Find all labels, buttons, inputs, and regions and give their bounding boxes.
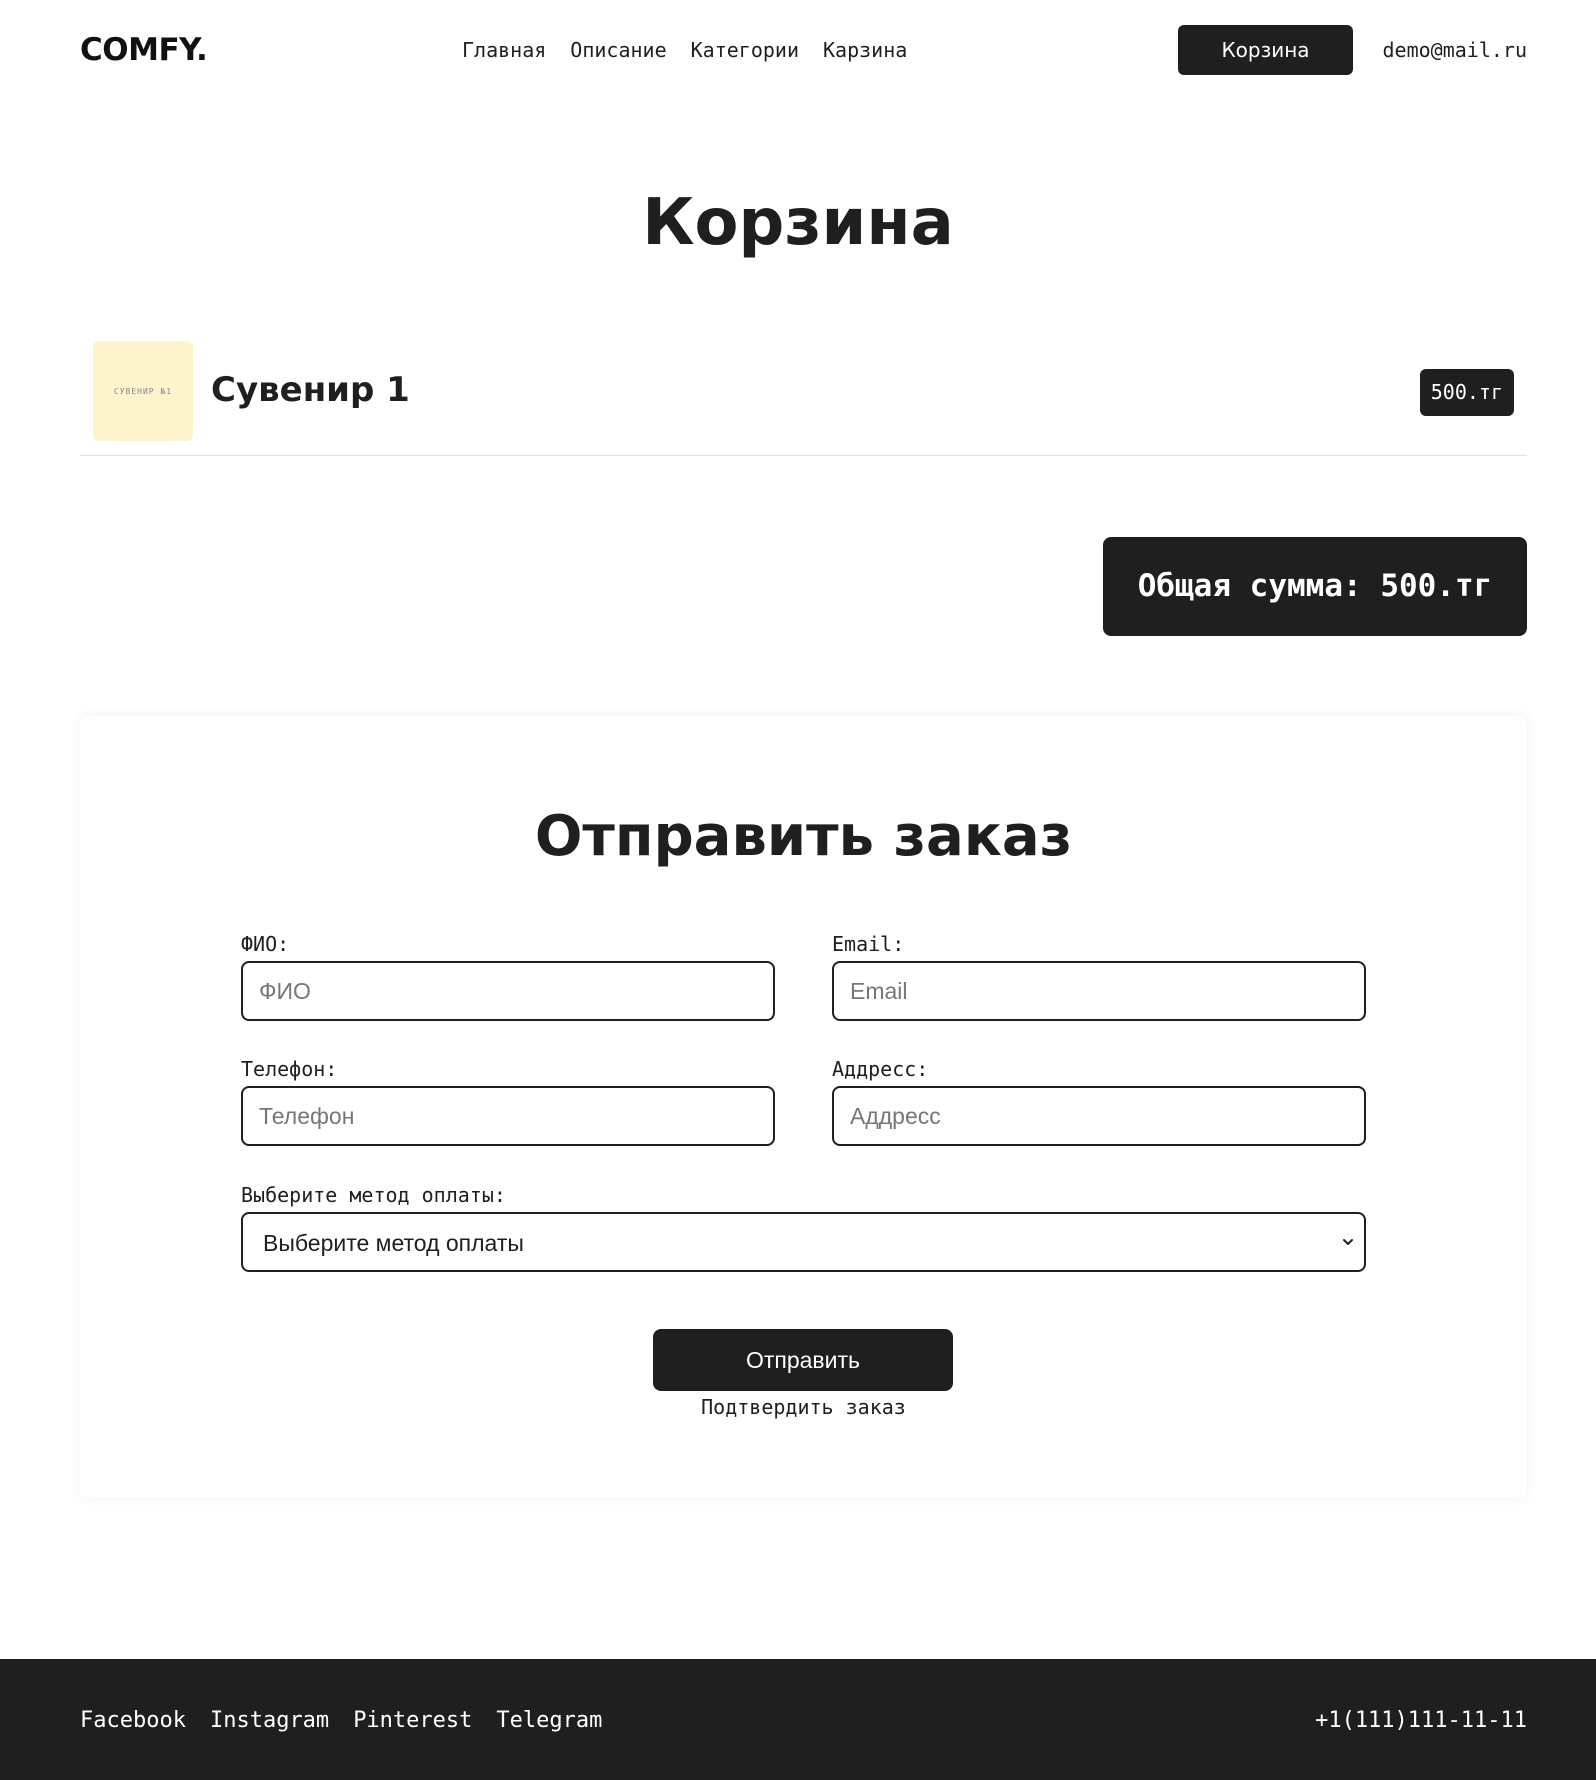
item-name: Сувенир 1: [211, 370, 410, 410]
user-email[interactable]: demo@mail.ru: [1383, 38, 1528, 62]
item-thumbnail-text: СУВЕНИР №1: [113, 386, 173, 396]
address-label: Аддресс:: [832, 1057, 929, 1081]
footer-link-facebook[interactable]: Facebook: [80, 1708, 186, 1733]
social-links: Facebook Instagram Pinterest Telegram: [80, 1708, 602, 1733]
footer-link-pinterest[interactable]: Pinterest: [353, 1708, 472, 1733]
email-input[interactable]: [832, 961, 1366, 1021]
item-thumbnail: СУВЕНИР №1: [93, 341, 193, 441]
chevron-down-icon: [1343, 1239, 1353, 1245]
email-label: Email:: [832, 932, 905, 956]
phone-input[interactable]: [241, 1086, 775, 1146]
confirm-order-text: Подтвердить заказ: [701, 1395, 906, 1419]
page-title: Корзина: [642, 186, 954, 260]
fio-label: ФИО:: [241, 932, 290, 956]
payment-method-selected: Выберите метод оплаты: [263, 1230, 524, 1256]
cart-item: СУВЕНИР №1 Сувенир 1 500.тг: [80, 334, 1527, 456]
fio-input[interactable]: [241, 961, 775, 1021]
logo[interactable]: COMFY.: [80, 32, 208, 68]
address-input[interactable]: [832, 1086, 1366, 1146]
nav-link-categories[interactable]: Категории: [691, 38, 799, 62]
main-nav: Главная Описание Категории Карзина: [462, 38, 907, 62]
footer-phone[interactable]: +1(111)111-11-11: [1315, 1708, 1527, 1733]
site-header: COMFY. Главная Описание Категории Карзин…: [0, 0, 1596, 102]
footer-link-telegram[interactable]: Telegram: [496, 1708, 602, 1733]
nav-link-description[interactable]: Описание: [570, 38, 666, 62]
site-footer: Facebook Instagram Pinterest Telegram +1…: [0, 1659, 1596, 1780]
order-form-title: Отправить заказ: [534, 804, 1073, 869]
phone-label: Телефон:: [241, 1057, 338, 1081]
submit-order-button[interactable]: Отправить: [653, 1329, 953, 1391]
item-price-badge: 500.тг: [1419, 369, 1514, 416]
nav-link-cart[interactable]: Карзина: [823, 38, 907, 62]
payment-method-label: Выберите метод оплаты:: [241, 1183, 506, 1207]
footer-link-instagram[interactable]: Instagram: [210, 1708, 329, 1733]
total-sum: Общая сумма: 500.тг: [1103, 537, 1527, 636]
nav-link-home[interactable]: Главная: [462, 38, 546, 62]
payment-method-select[interactable]: Выберите метод оплаты: [241, 1212, 1366, 1272]
cart-button[interactable]: Корзина: [1178, 25, 1353, 75]
order-form-card: Отправить заказ ФИО: Email: Телефон: Адд…: [80, 716, 1527, 1498]
